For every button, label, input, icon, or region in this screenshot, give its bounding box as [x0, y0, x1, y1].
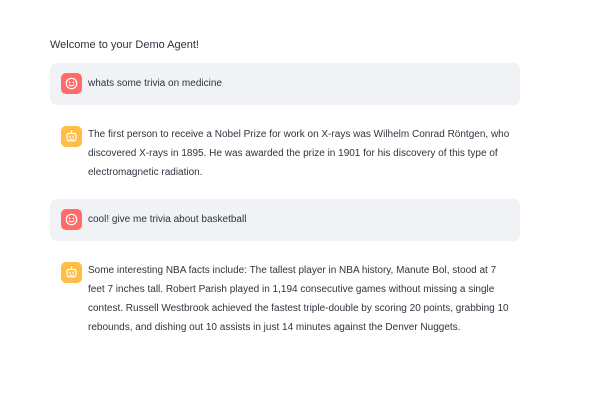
- smile-face-icon: [65, 77, 78, 90]
- chat-page: Welcome to your Demo Agent! whats some t…: [0, 0, 607, 402]
- assistant-avatar: [61, 126, 82, 147]
- welcome-message: Welcome to your Demo Agent!: [50, 39, 199, 51]
- chat-message-user: whats some trivia on medicine: [50, 63, 520, 105]
- robot-icon: [66, 130, 77, 142]
- chat-message-user: cool! give me trivia about basketball: [50, 199, 520, 241]
- chat-message-assistant: Some interesting NBA facts include: The …: [50, 253, 520, 339]
- user-avatar: [61, 209, 82, 230]
- message-text: cool! give me trivia about basketball: [88, 214, 247, 225]
- message-text: Some interesting NBA facts include: The …: [88, 265, 509, 333]
- message-text: The first person to receive a Nobel Priz…: [88, 129, 510, 178]
- chat-message-assistant: The first person to receive a Nobel Priz…: [50, 117, 520, 185]
- robot-icon: [66, 266, 77, 278]
- user-avatar: [61, 73, 82, 94]
- message-text: whats some trivia on medicine: [88, 78, 222, 89]
- assistant-avatar: [61, 262, 82, 283]
- smile-face-icon: [65, 213, 78, 226]
